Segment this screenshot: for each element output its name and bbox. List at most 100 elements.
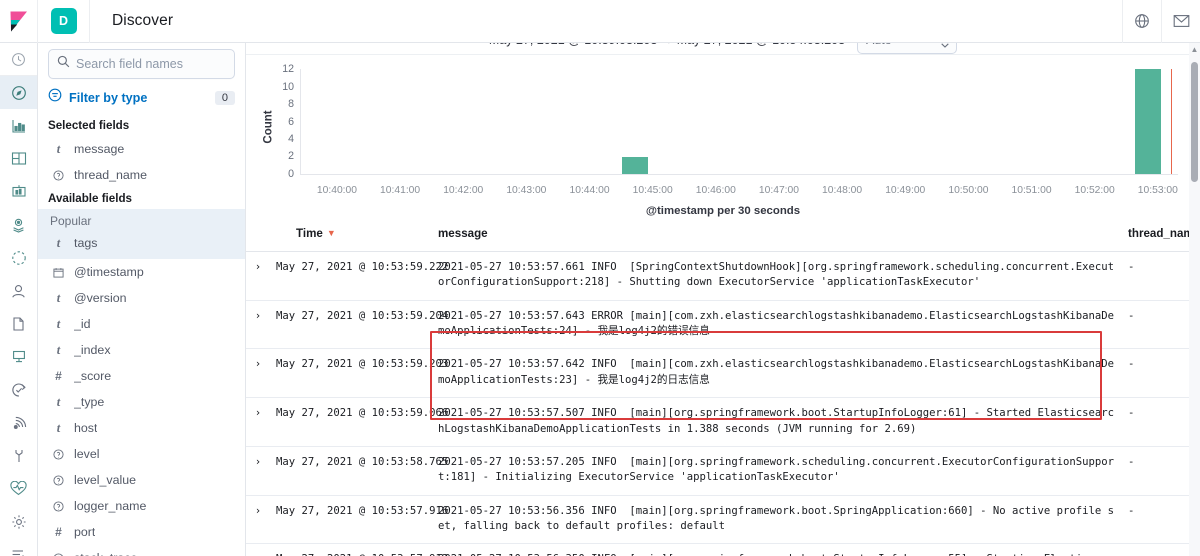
expand-row-toggle[interactable]: › <box>246 495 270 545</box>
rail-item-visualize[interactable] <box>0 109 37 142</box>
expand-row-toggle[interactable]: › <box>246 300 270 350</box>
cell-time: May 27, 2021 @ 10:53:59.204 <box>270 300 448 350</box>
documents-table-wrap[interactable]: Time ▼ message thread_name › May 27, 202… <box>246 223 1200 556</box>
rail-item-monitoring[interactable] <box>0 472 37 505</box>
field-row-message[interactable]: t message <box>38 136 245 162</box>
chart-plot-area[interactable]: 0 2 4 6 8 10 12 10:40:00 10:41:00 10:42:… <box>282 63 1178 196</box>
table-row[interactable]: › May 27, 2021 @ 10:53:59.203 2021-05-27… <box>246 348 1200 399</box>
field-name: tags <box>74 236 98 250</box>
field-row-level[interactable]: level <box>38 441 245 467</box>
string-type-icon: t <box>56 316 61 331</box>
time-range-text[interactable]: May 27, 2021 @ 10:39:03.203 → May 27, 20… <box>489 43 845 47</box>
string-type-icon: t <box>56 420 61 435</box>
rail-item-logs[interactable] <box>0 307 37 340</box>
news-mail-icon[interactable] <box>1161 0 1200 43</box>
kibana-discover-app: D Discover Search field names Filter by … <box>0 0 1200 556</box>
filter-icon <box>48 88 62 107</box>
field-name: _score <box>74 369 112 383</box>
cell-time: May 27, 2021 @ 10:53:59.222 <box>270 251 448 301</box>
filter-by-type-label: Filter by type <box>69 90 148 105</box>
current-time-marker <box>1170 69 1173 174</box>
scroll-up-arrow[interactable]: ▲ <box>1190 45 1199 54</box>
field-name: logger_name <box>74 499 147 513</box>
table-row[interactable]: › May 27, 2021 @ 10:53:59.066 2021-05-27… <box>246 397 1200 447</box>
cell-time: May 27, 2021 @ 10:53:59.203 <box>270 348 448 399</box>
expand-row-toggle[interactable]: › <box>246 251 270 301</box>
field-row-version[interactable]: t @version <box>38 285 245 311</box>
scrollbar-thumb[interactable] <box>1191 62 1198 182</box>
rail-item-discover[interactable] <box>0 76 37 109</box>
table-row[interactable]: › May 27, 2021 @ 10:53:58.765 2021-05-27… <box>246 446 1200 496</box>
x-tick: 10:50:00 <box>948 185 989 196</box>
field-row-index[interactable]: t _index <box>38 337 245 363</box>
y-tick: 6 <box>288 115 294 128</box>
rail-item-metrics[interactable] <box>0 340 37 373</box>
rail-item-canvas[interactable] <box>0 175 37 208</box>
field-row-type[interactable]: t _type <box>38 389 245 415</box>
field-row-id[interactable]: t _id <box>38 311 245 337</box>
search-input[interactable] <box>76 57 226 71</box>
rail-item-dashboard[interactable] <box>0 142 37 175</box>
field-row-logger-name[interactable]: logger_name <box>38 493 245 519</box>
cell-time: May 27, 2021 @ 10:53:58.765 <box>270 446 448 496</box>
search-icon <box>57 55 70 73</box>
interval-select[interactable]: Auto <box>857 43 958 54</box>
field-row-thread-name[interactable]: thread_name <box>38 162 245 188</box>
table-row[interactable]: › May 27, 2021 @ 10:53:57.913 2021-05-27… <box>246 543 1200 556</box>
field-name: @timestamp <box>74 265 144 279</box>
table-row[interactable]: › May 27, 2021 @ 10:53:59.222 2021-05-27… <box>246 251 1200 301</box>
search-field-names-box[interactable] <box>48 49 235 79</box>
x-tick: 10:40:00 <box>316 185 357 196</box>
field-row-stack-trace[interactable]: stack_trace <box>38 545 245 556</box>
chart-y-axis-label: Count <box>262 110 275 144</box>
popular-fields-group: Popular t tags <box>38 209 245 259</box>
expand-row-toggle[interactable]: › <box>246 397 270 447</box>
available-fields-list: @timestamp t @version t _id t _index # _… <box>38 259 245 556</box>
rail-item-collapse[interactable] <box>0 538 37 556</box>
string-type-icon: t <box>56 290 61 305</box>
field-row-score[interactable]: # _score <box>38 363 245 389</box>
table-row[interactable]: › May 27, 2021 @ 10:53:59.204 2021-05-27… <box>246 300 1200 350</box>
table-row[interactable]: › May 27, 2021 @ 10:53:57.916 2021-05-27… <box>246 495 1200 545</box>
histogram-chart[interactable]: Count 0 2 4 6 8 10 12 10:40:00 10:41:00 … <box>246 55 1200 223</box>
kibana-logo-icon <box>9 11 29 32</box>
rail-item-uptime[interactable] <box>0 373 37 406</box>
field-name: host <box>74 421 98 435</box>
field-row-timestamp[interactable]: @timestamp <box>38 259 245 285</box>
kibana-home-link[interactable] <box>0 0 38 43</box>
header-actions <box>1122 0 1200 43</box>
field-row-level-value[interactable]: level_value <box>38 467 245 493</box>
rail-item-dev-tools[interactable] <box>0 439 37 472</box>
rail-item-siem[interactable] <box>0 406 37 439</box>
x-tick: 10:43:00 <box>506 185 547 196</box>
time-picker-strip: May 27, 2021 @ 10:39:03.203 → May 27, 20… <box>246 43 1200 55</box>
expand-row-toggle[interactable]: › <box>246 543 270 556</box>
page-scrollbar[interactable]: ▲ <box>1189 43 1200 556</box>
field-name: stack_trace <box>74 551 137 556</box>
field-row-port[interactable]: # port <box>38 519 245 545</box>
x-tick: 10:45:00 <box>632 185 673 196</box>
rail-item-apm[interactable] <box>0 274 37 307</box>
rail-item-recent[interactable] <box>0 43 37 76</box>
field-row-tags[interactable]: t tags <box>38 230 245 256</box>
number-type-icon: # <box>55 525 62 539</box>
field-row-host[interactable]: t host <box>38 415 245 441</box>
field-name: level <box>74 447 100 461</box>
x-tick: 10:46:00 <box>695 185 736 196</box>
histogram-bar[interactable] <box>621 156 649 174</box>
time-column-header[interactable]: Time ▼ <box>270 223 432 252</box>
expand-row-toggle[interactable]: › <box>246 348 270 399</box>
histogram-bar[interactable] <box>1135 69 1162 174</box>
expand-row-toggle[interactable]: › <box>246 446 270 496</box>
rail-item-machine-learning[interactable] <box>0 241 37 274</box>
help-globe-icon[interactable] <box>1122 0 1161 43</box>
filter-by-type-row[interactable]: Filter by type 0 <box>38 79 245 115</box>
field-name: _index <box>74 343 111 357</box>
top-header: D Discover <box>0 0 1200 43</box>
rail-item-management[interactable] <box>0 505 37 538</box>
field-name: message <box>74 142 125 156</box>
message-column-header[interactable]: message <box>432 223 1122 252</box>
rail-item-maps[interactable] <box>0 208 37 241</box>
sort-desc-icon[interactable]: ▼ <box>327 229 336 238</box>
main-panel: May 27, 2021 @ 10:39:03.203 → May 27, 20… <box>246 43 1200 556</box>
